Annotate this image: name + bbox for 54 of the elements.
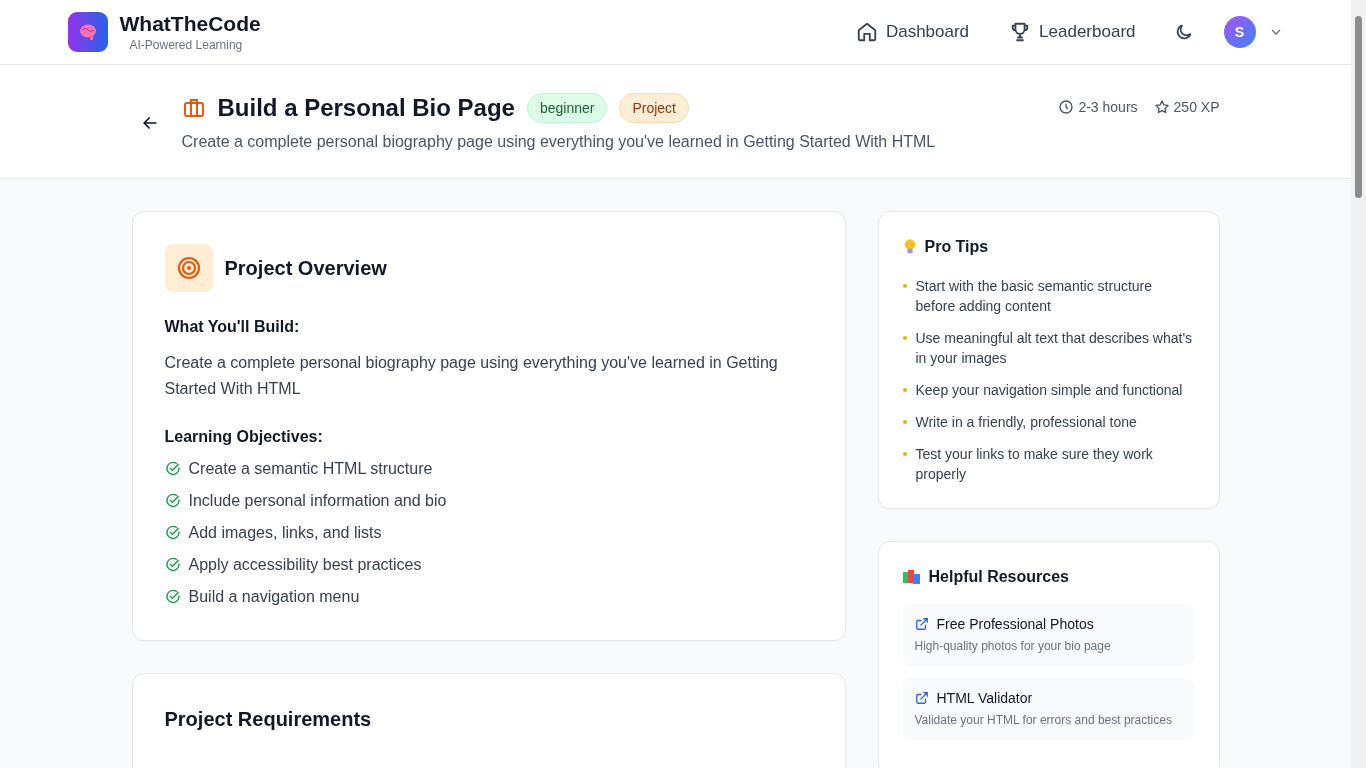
bullet-dot-icon xyxy=(902,452,907,456)
check-circle-icon xyxy=(164,525,181,541)
home-icon xyxy=(855,21,878,43)
objective-text: Add images, links, and lists xyxy=(188,523,382,543)
objective-text: Include personal information and bio xyxy=(188,491,447,511)
tip-text: Keep your navigation simple and functional xyxy=(915,381,1183,400)
light-bulb-icon xyxy=(902,238,917,256)
xp-text: 250 XP xyxy=(1173,99,1220,115)
bullet-dot-icon xyxy=(902,284,907,288)
build-text: Create a complete personal biography page using everything you've learned in Getting Started With HTML xyxy=(164,353,779,399)
tip-text: Test your links to make sure they work properly xyxy=(915,445,1154,484)
external-link-icon xyxy=(914,617,929,631)
target-icon xyxy=(164,244,213,292)
scrollbar[interactable] xyxy=(1351,0,1366,768)
objective-text: Build a navigation menu xyxy=(188,587,360,607)
tag-badge: Project xyxy=(619,92,689,123)
nav-link[interactable]: Leaderboard xyxy=(1009,21,1136,43)
project-title: Build a Personal Bio Page xyxy=(217,93,515,122)
objective-text: Apply accessibility best practices xyxy=(188,555,422,575)
app-subtitle: AI-Powered Learning xyxy=(129,38,244,52)
project-description: Create a complete personal biography page using everything you've learned in Getting Started With HTML xyxy=(181,132,937,151)
check-circle-icon xyxy=(164,557,181,573)
books-icon xyxy=(902,569,921,585)
app-title: WhatTheCode xyxy=(119,12,261,36)
bullet-dot-icon xyxy=(902,388,907,392)
nav-link[interactable]: Dashboard xyxy=(855,21,970,43)
tip-text: Write in a friendly, professional tone xyxy=(915,413,1137,432)
build-heading: What You'll Build: xyxy=(164,318,301,336)
tag-badge: beginner xyxy=(526,92,608,123)
overview-title: Project Overview xyxy=(224,256,387,280)
bullet-dot-icon xyxy=(902,420,907,424)
check-circle-icon xyxy=(164,461,181,477)
user-avatar[interactable]: S xyxy=(1223,16,1256,48)
tip-text: Start with the basic semantic structure before adding content xyxy=(915,277,1154,316)
resource-title: HTML Validator xyxy=(936,690,1033,706)
resource-description: Validate your HTML for errors and best practices xyxy=(914,712,1173,728)
objectives-heading: Learning Objectives: xyxy=(164,428,324,446)
resource-description: High-quality photos for your bio page xyxy=(914,638,1112,654)
check-circle-icon xyxy=(164,589,181,605)
duration-text: 2-3 hours xyxy=(1078,99,1138,115)
tips-title: Pro Tips xyxy=(924,238,989,256)
clock-icon xyxy=(1058,99,1075,115)
tip-text: Use meaningful alt text that describes what's in your images xyxy=(915,329,1194,368)
brain-logo-icon[interactable] xyxy=(67,12,108,52)
requirements-title: Project Requirements xyxy=(164,708,373,731)
resource-title: Free Professional Photos xyxy=(936,616,1094,632)
check-circle-icon xyxy=(164,493,181,509)
external-link-icon xyxy=(914,691,929,705)
bullet-dot-icon xyxy=(902,336,907,340)
resource-link[interactable]: Free Professional Photos High-quality photos for your bio page xyxy=(902,604,1195,666)
resources-title: Helpful Resources xyxy=(928,568,1069,586)
objective-text: Create a semantic HTML structure xyxy=(188,459,433,479)
resource-link[interactable]: HTML Validator Validate your HTML for errors and best practices xyxy=(902,678,1195,740)
star-icon xyxy=(1153,99,1170,115)
